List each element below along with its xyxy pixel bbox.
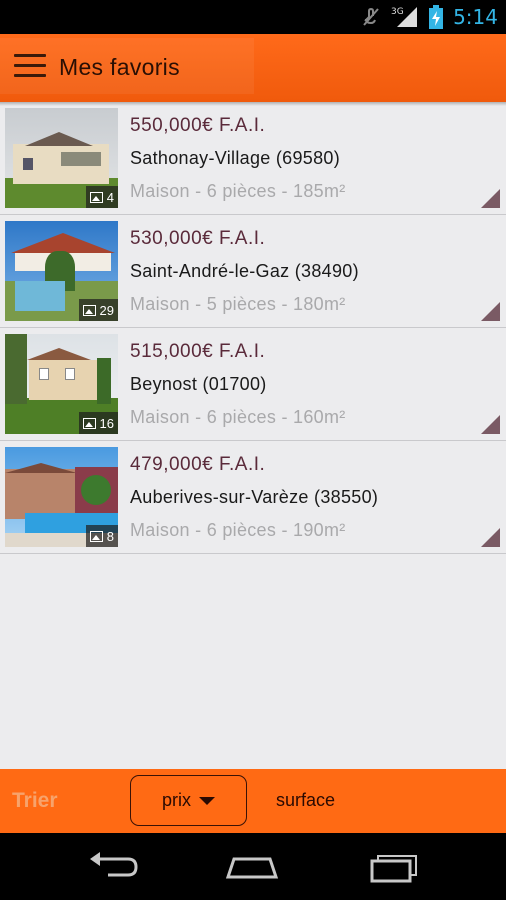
photo-count-badge: 29 <box>78 299 118 321</box>
photo-count-badge: 4 <box>85 186 118 208</box>
listing-city: Auberives-sur-Varèze (38550) <box>130 487 379 507</box>
page-title: Mes favoris <box>59 54 180 80</box>
list-item[interactable]: 4 550,000€ F.A.I. Sathonay-Village (6958… <box>0 102 506 215</box>
recent-apps-icon[interactable] <box>364 847 424 887</box>
listing-details: Maison - 6 pièces - 185m² <box>130 181 346 201</box>
image-icon <box>89 530 103 542</box>
status-bar: 3G 5:14 <box>0 0 506 34</box>
photo-count: 4 <box>106 189 114 205</box>
listing-photo: 29 <box>5 221 118 321</box>
listing-details: Maison - 5 pièces - 180m² <box>130 294 346 314</box>
signal-3g-icon: 3G <box>391 7 418 27</box>
photo-count: 16 <box>99 415 114 431</box>
network-label: 3G <box>391 7 404 17</box>
listing-city: Saint-André-le-Gaz (38490) <box>130 261 359 281</box>
listing-price: 550,000€ F.A.I. <box>130 115 266 136</box>
sort-label: Trier <box>12 789 58 812</box>
image-icon <box>82 417 96 429</box>
listing-city: Sathonay-Village (69580) <box>130 148 341 168</box>
sort-price-label: prix <box>161 790 191 810</box>
sort-price-button[interactable]: prix <box>130 775 247 826</box>
back-icon[interactable] <box>82 847 142 887</box>
corner-indicator-icon <box>481 415 500 434</box>
favorites-list: 4 550,000€ F.A.I. Sathonay-Village (6958… <box>0 102 506 554</box>
photo-count: 8 <box>106 528 114 544</box>
sort-surface-button[interactable]: surface <box>276 790 335 811</box>
caret-down-icon <box>199 796 215 805</box>
corner-indicator-icon <box>481 189 500 208</box>
listing-details: Maison - 6 pièces - 160m² <box>130 407 346 427</box>
photo-count-badge: 8 <box>85 525 118 547</box>
corner-indicator-icon <box>481 302 500 321</box>
image-icon <box>89 191 103 203</box>
listing-details: Maison - 6 pièces - 190m² <box>130 520 346 540</box>
listing-price: 530,000€ F.A.I. <box>130 228 266 249</box>
action-bar: Mes favoris <box>0 34 506 106</box>
mute-icon <box>363 7 379 26</box>
list-item[interactable]: 16 515,000€ F.A.I. Beynost (01700) Maiso… <box>0 328 506 441</box>
photo-count-badge: 16 <box>78 412 118 434</box>
list-item[interactable]: 29 530,000€ F.A.I. Saint-André-le-Gaz (3… <box>0 215 506 328</box>
hamburger-menu-icon[interactable] <box>14 54 46 82</box>
home-icon[interactable] <box>222 847 282 887</box>
listing-photo: 8 <box>5 447 118 547</box>
listing-city: Beynost (01700) <box>130 374 267 394</box>
listing-photo: 4 <box>5 108 118 208</box>
image-icon <box>82 304 96 316</box>
corner-indicator-icon <box>481 528 500 547</box>
navigation-bar <box>0 833 506 900</box>
listing-price: 479,000€ F.A.I. <box>130 454 266 475</box>
listing-photo: 16 <box>5 334 118 434</box>
battery-charging-icon <box>429 5 444 29</box>
sort-bar: Trier prix surface <box>0 769 506 833</box>
photo-count: 29 <box>99 302 114 318</box>
list-item[interactable]: 8 479,000€ F.A.I. Auberives-sur-Varèze (… <box>0 441 506 554</box>
clock: 5:14 <box>453 5 498 29</box>
listing-price: 515,000€ F.A.I. <box>130 341 266 362</box>
